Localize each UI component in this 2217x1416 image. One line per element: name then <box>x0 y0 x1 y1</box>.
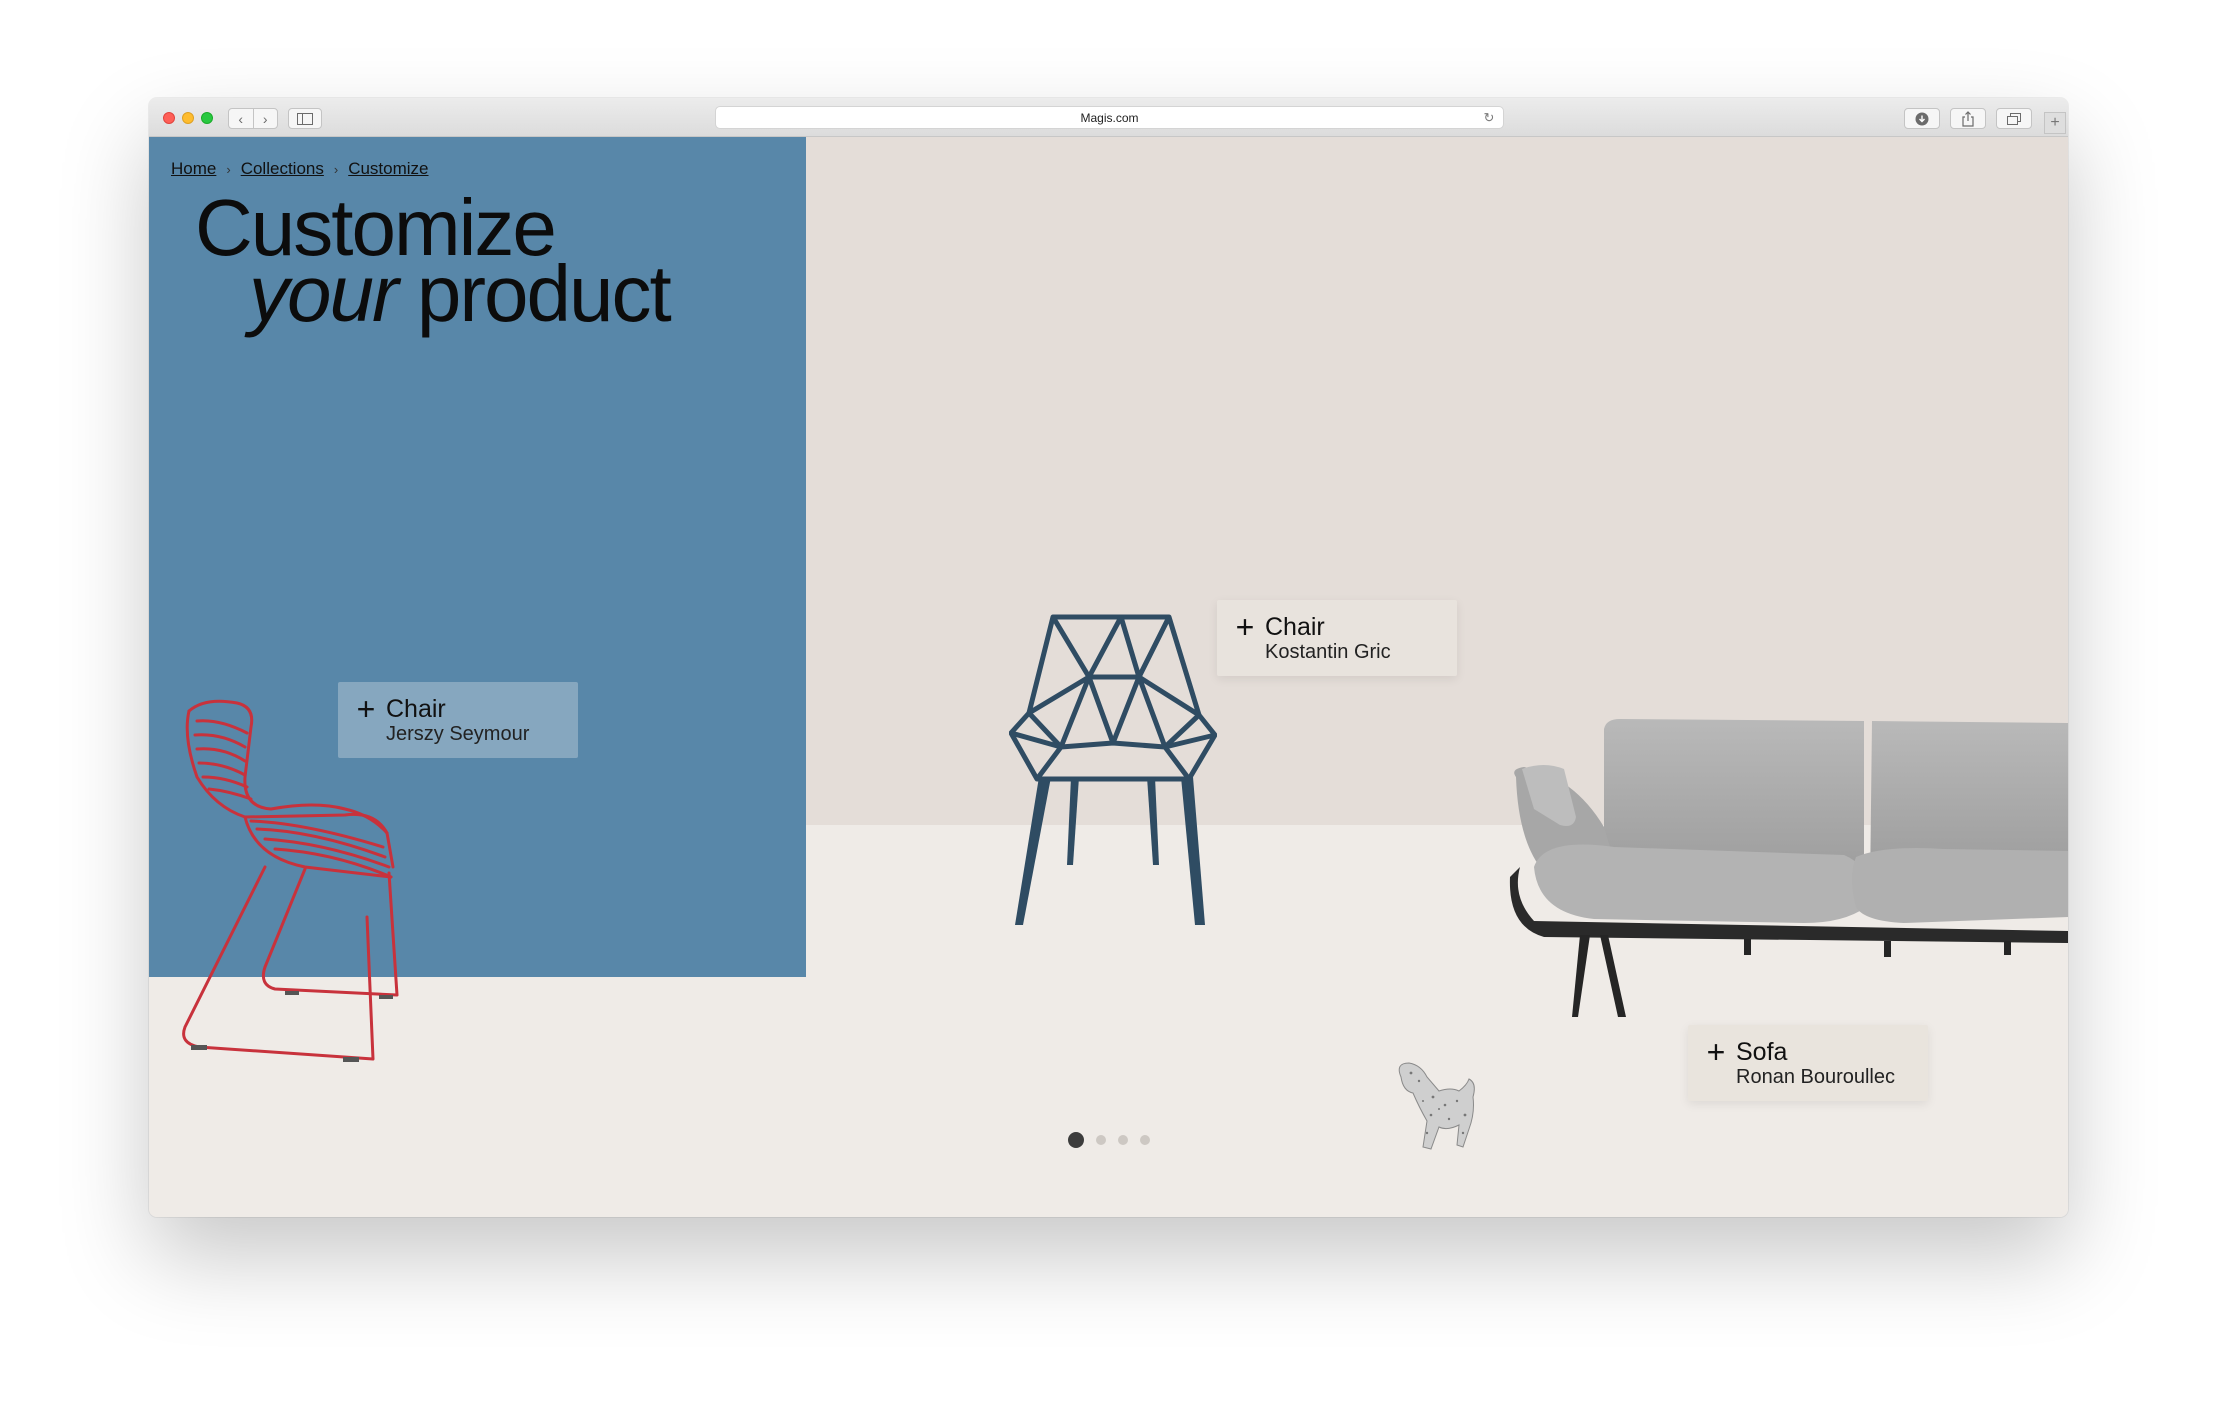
breadcrumb-separator: › <box>226 161 231 177</box>
browser-window: ‹ › Magis.com ↻ + Home › Collections › C… <box>149 98 2068 1217</box>
breadcrumb-customize[interactable]: Customize <box>348 159 428 179</box>
share-icon[interactable] <box>1950 108 1986 129</box>
product-tag-sofa[interactable]: + Sofa Ronan Bouroullec <box>1688 1025 1928 1101</box>
product-type: Chair <box>1265 613 1325 641</box>
page-content: Home › Collections › Customize Customize… <box>149 137 2068 1217</box>
carousel-dot[interactable] <box>1118 1135 1128 1145</box>
history-nav: ‹ › <box>228 108 278 129</box>
title-line-2: your product <box>195 254 672 334</box>
browser-toolbar: ‹ › Magis.com ↻ + <box>149 98 2068 137</box>
new-tab-button[interactable]: + <box>2044 112 2066 134</box>
plus-icon: + <box>356 691 376 727</box>
chair-one-image[interactable] <box>1009 607 1217 927</box>
back-icon[interactable]: ‹ <box>229 109 253 128</box>
close-window-button[interactable] <box>163 112 175 124</box>
product-tag-flux-chair[interactable]: + Chair Jerszy Seymour <box>338 682 578 758</box>
zoom-window-button[interactable] <box>201 112 213 124</box>
reload-icon[interactable]: ↻ <box>1481 110 1497 126</box>
page-title: Customize your product <box>195 188 672 334</box>
carousel-pagination <box>1068 1132 1162 1148</box>
breadcrumb-separator: › <box>333 161 339 177</box>
product-type: Chair <box>386 695 446 723</box>
tabs-icon[interactable] <box>1996 108 2032 129</box>
carousel-dot[interactable] <box>1140 1135 1150 1145</box>
forward-icon[interactable]: › <box>252 109 278 128</box>
red-wire-chair-image[interactable] <box>175 697 435 1167</box>
product-designer: Kostantin Gric <box>1265 641 1391 663</box>
product-type: Sofa <box>1736 1038 1788 1066</box>
product-tag-chair-one[interactable]: + Chair Kostantin Gric <box>1217 600 1457 676</box>
puppy-toy-image[interactable] <box>1387 1057 1487 1157</box>
carousel-dot[interactable] <box>1096 1135 1106 1145</box>
breadcrumb: Home › Collections › Customize <box>171 159 429 179</box>
title-word: product <box>416 249 672 338</box>
title-italic-word: your <box>249 249 399 338</box>
breadcrumb-collections[interactable]: Collections <box>241 159 324 179</box>
plus-icon: + <box>1235 609 1255 645</box>
sofa-image[interactable] <box>1504 717 2068 1017</box>
download-icon[interactable] <box>1904 108 1940 129</box>
minimize-window-button[interactable] <box>182 112 194 124</box>
url-text: Magis.com <box>1080 110 1139 125</box>
address-bar[interactable]: Magis.com ↻ <box>715 106 1504 129</box>
carousel-dot[interactable] <box>1068 1132 1084 1148</box>
sidebar-icon[interactable] <box>288 108 322 129</box>
product-designer: Ronan Bouroullec <box>1736 1066 1895 1088</box>
breadcrumb-home[interactable]: Home <box>171 159 216 179</box>
plus-icon: + <box>1706 1034 1726 1070</box>
product-designer: Jerszy Seymour <box>386 723 530 745</box>
